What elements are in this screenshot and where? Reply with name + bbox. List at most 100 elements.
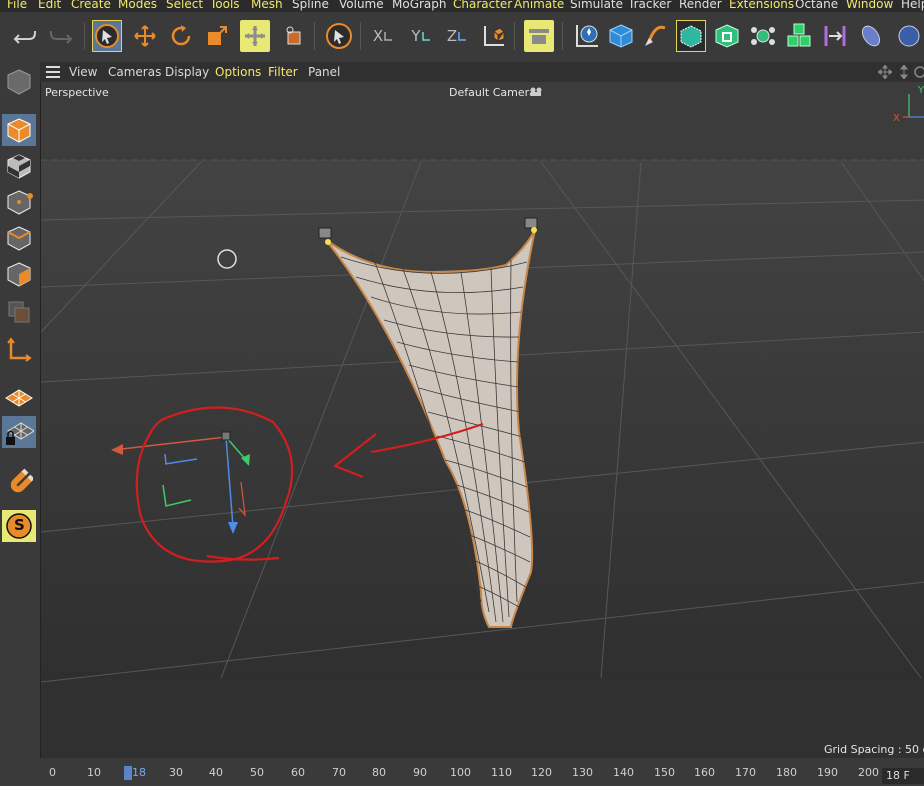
field-button[interactable] [856, 20, 886, 52]
timeline-tick: 190 [817, 766, 838, 779]
subdivision-surface-button[interactable] [676, 20, 706, 52]
coordinate-system-button[interactable] [478, 20, 508, 52]
menu-tools[interactable]: Tools [210, 0, 240, 11]
render-view-button[interactable] [524, 20, 554, 52]
texture-mode-button[interactable] [2, 150, 36, 182]
model-mode-button[interactable] [2, 114, 36, 146]
projection-label: Perspective [45, 86, 109, 99]
transform-box-icon [286, 26, 301, 45]
solo-button[interactable]: S [2, 510, 36, 542]
menu-render[interactable]: Render [679, 0, 722, 11]
menu-select[interactable]: Select [166, 0, 203, 11]
make-editable-button[interactable] [2, 66, 36, 98]
spline-pen-button[interactable] [572, 20, 602, 52]
locked-workplane-button[interactable] [2, 416, 36, 448]
points-mode-button[interactable] [2, 186, 36, 218]
undo-button[interactable] [10, 20, 40, 52]
move-tool-button[interactable] [130, 20, 160, 52]
viewport-menu-cameras[interactable]: Cameras [108, 64, 161, 80]
menu-octane[interactable]: Octane [795, 0, 838, 11]
viewport-menu-filter[interactable]: Filter [268, 64, 298, 80]
menu-mesh[interactable]: Mesh [251, 0, 283, 11]
extrude-generator-button[interactable] [712, 20, 742, 52]
rotate-icon [171, 25, 191, 46]
viewport-zoom-icon[interactable] [898, 65, 910, 79]
transform-tool-button[interactable] [278, 20, 308, 52]
lock-y-axis-button[interactable]: Y [406, 20, 436, 52]
checker-cube-icon [7, 154, 31, 179]
timeline-ruler[interactable]: 0 10 18 30 40 50 60 70 80 90 100 110 120… [40, 758, 924, 786]
menu-edit[interactable]: Edit [38, 0, 61, 11]
cube-object-button[interactable] [606, 20, 636, 52]
timeline-tick: 140 [613, 766, 634, 779]
menu-tracker[interactable]: Tracker [628, 0, 671, 11]
field-capsule-icon [861, 25, 881, 47]
edges-cube-icon [7, 226, 31, 251]
pen-tool-button[interactable] [640, 20, 670, 52]
scale-tool-button[interactable] [202, 20, 232, 52]
snap-cursor-button[interactable] [324, 20, 354, 52]
timeline-tick: 60 [291, 766, 305, 779]
menu-character[interactable]: Character [453, 0, 512, 11]
spline-icon [576, 25, 598, 47]
timeline-tick: 160 [694, 766, 715, 779]
coordinate-system-icon [484, 26, 505, 46]
hamburger-menu-icon[interactable] [46, 66, 60, 78]
timeline-tick: 0 [49, 766, 56, 779]
extrude-cube-icon [715, 24, 739, 48]
edges-mode-button[interactable] [2, 222, 36, 254]
axis-mode-button[interactable] [2, 334, 36, 366]
lock-z-axis-button[interactable]: Z [442, 20, 472, 52]
menu-simulate[interactable]: Simulate [570, 0, 623, 11]
viewport-menu-options[interactable]: Options [215, 64, 261, 80]
polygons-mode-button[interactable] [2, 258, 36, 290]
light-button[interactable] [892, 20, 922, 52]
workplane-button[interactable] [2, 380, 36, 412]
current-frame-field[interactable]: 18 F [882, 768, 924, 784]
menu-create[interactable]: Create [71, 0, 111, 11]
viewport-move-icon[interactable] [878, 65, 892, 79]
locked-grid-icon [6, 422, 34, 445]
camera-label[interactable]: Default Camera [449, 86, 536, 99]
viewport-menu-view[interactable]: View [69, 64, 97, 80]
x-axis-label: X [372, 27, 384, 45]
live-selection-button[interactable] [240, 20, 270, 52]
current-frame-marker[interactable] [124, 766, 132, 780]
menu-extensions[interactable]: Extensions [729, 0, 794, 11]
menu-animate[interactable]: Animate [514, 0, 564, 11]
bend-deformer-icon [824, 26, 846, 46]
axis-corner-icon [384, 32, 393, 41]
lock-x-axis-button[interactable]: X [368, 20, 398, 52]
view-axis-y-label: Y [918, 85, 924, 96]
pin-point-right [531, 227, 537, 233]
snap-magnet-button[interactable] [2, 464, 36, 496]
menu-window[interactable]: Window [846, 0, 893, 11]
rotate-tool-button[interactable] [166, 20, 196, 52]
mograph-cubes-button[interactable] [784, 20, 814, 52]
viewport-menu-panel[interactable]: Panel [308, 64, 340, 80]
menu-help[interactable]: Help [901, 0, 924, 11]
viewport-rotate-icon[interactable] [914, 65, 924, 79]
deformer-button[interactable] [820, 20, 850, 52]
viewport-menu-display[interactable]: Display [165, 64, 209, 80]
cloner-button[interactable] [748, 20, 778, 52]
menu-volume[interactable]: Volume [339, 0, 384, 11]
3d-viewport[interactable]: Perspective Default Camera Y X Grid Spac… [40, 82, 924, 758]
menu-file[interactable]: File [7, 0, 27, 11]
move-select-tool-button[interactable] [92, 20, 122, 52]
timeline-tick: 130 [572, 766, 593, 779]
z-axis-label: Z [446, 27, 458, 45]
molecule-icon [751, 27, 775, 45]
redo-button[interactable] [46, 20, 76, 52]
axis-corner-icon [458, 32, 467, 41]
uv-mode-button[interactable] [2, 296, 36, 328]
menu-mograph[interactable]: MoGraph [392, 0, 447, 11]
menu-spline[interactable]: Spline [292, 0, 329, 11]
transform-icon [245, 26, 265, 46]
model-cube-icon [7, 118, 31, 143]
grid-spacing-label: Grid Spacing : 50 cm [824, 743, 924, 756]
subdivision-cube-icon [680, 25, 702, 48]
timeline-tick: 110 [491, 766, 512, 779]
view-axis-x-label: X [893, 113, 900, 124]
menu-modes[interactable]: Modes [118, 0, 157, 11]
